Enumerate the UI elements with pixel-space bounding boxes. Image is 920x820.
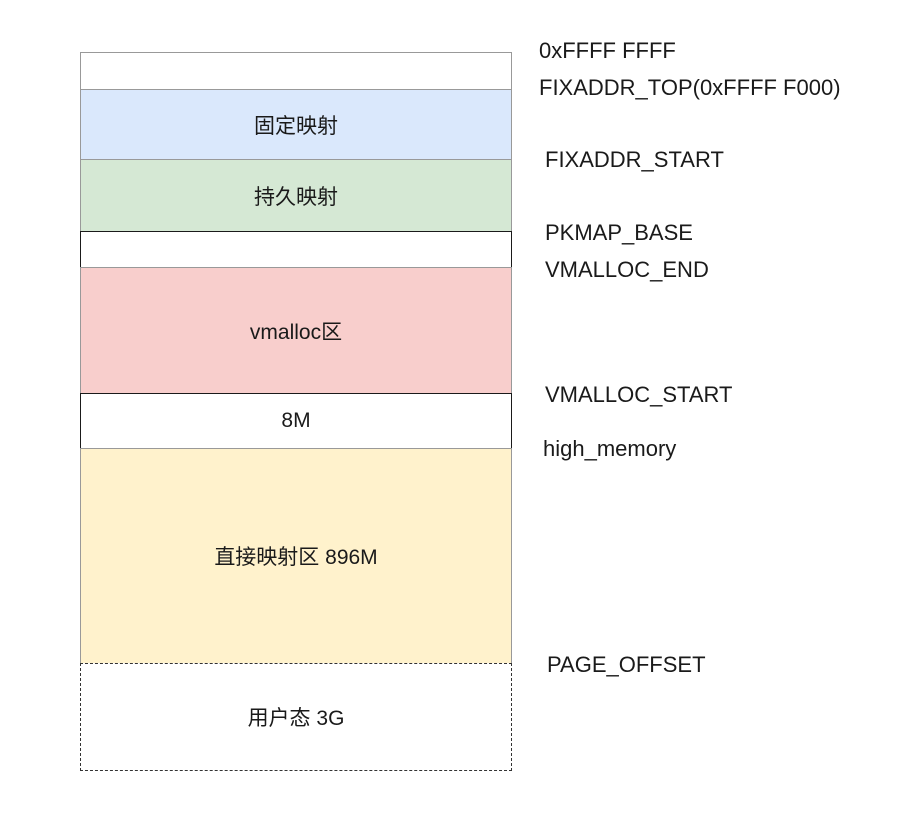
segment-user-space: 用户态 3G xyxy=(80,663,512,771)
segment-persistent-mapping-label: 持久映射 xyxy=(254,185,338,209)
address-label-fixaddr-start: FIXADDR_START xyxy=(545,147,724,172)
segment-top-reserved xyxy=(80,52,512,90)
segment-guard-label: 8M xyxy=(281,409,311,432)
segment-direct-mapping: 直接映射区 896M xyxy=(80,448,512,664)
segment-vmalloc: vmalloc区 xyxy=(80,267,512,394)
address-label-vmalloc-start: VMALLOC_START xyxy=(545,382,733,407)
segment-fixed-mapping-label: 固定映射 xyxy=(254,114,338,138)
address-label-high-memory: high_memory xyxy=(543,436,677,461)
segment-guard-8m: 8M xyxy=(80,393,512,449)
address-label-pkmap-base: PKMAP_BASE xyxy=(545,220,693,245)
address-label-vmalloc-end: VMALLOC_END xyxy=(545,257,709,282)
address-label-fixaddr-top: FIXADDR_TOP(0xFFFF F000) xyxy=(539,75,841,100)
segment-direct-mapping-label: 直接映射区 896M xyxy=(214,546,378,569)
address-label-top-end: 0xFFFF FFFF xyxy=(539,38,676,63)
segment-fixed-mapping: 固定映射 xyxy=(80,89,512,160)
kernel-memory-layout-diagram: 固定映射 持久映射 vmalloc区 8M 直接映射区 896M 用户态 3G … xyxy=(0,0,920,820)
segment-persistent-mapping: 持久映射 xyxy=(80,159,512,232)
segment-gap xyxy=(80,231,512,268)
segment-user-space-label: 用户态 3G xyxy=(247,707,345,730)
address-label-page-offset: PAGE_OFFSET xyxy=(547,652,706,677)
segment-vmalloc-label: vmalloc区 xyxy=(249,320,343,344)
